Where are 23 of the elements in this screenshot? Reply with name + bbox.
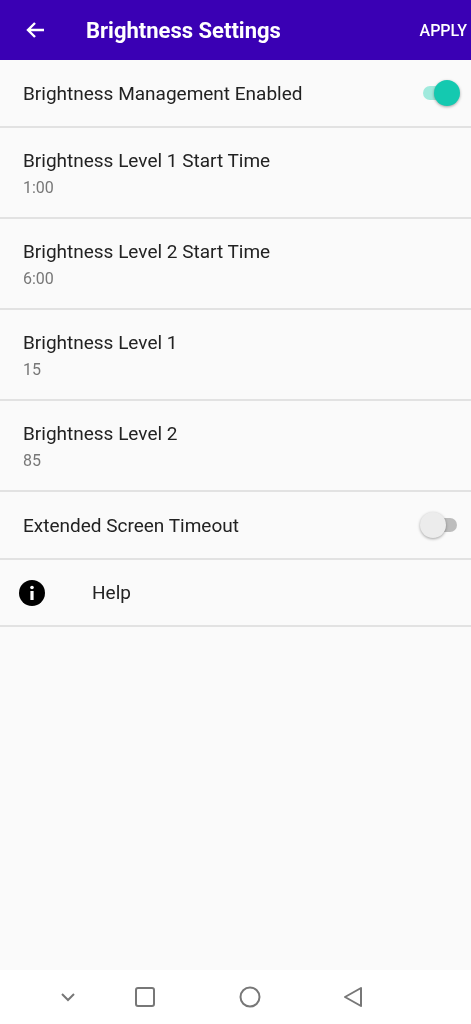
setting-value: 85 bbox=[23, 450, 42, 470]
screen-title: Brightness Settings bbox=[86, 17, 282, 43]
back-triangle-icon[interactable] bbox=[343, 986, 363, 1008]
setting-label: Brightness Level 1 Start Time bbox=[23, 148, 272, 172]
setting-label: Help bbox=[92, 581, 132, 604]
setting-row[interactable]: Brightness Level 1 Start Time 1:00 bbox=[0, 128, 471, 219]
square-icon[interactable] bbox=[135, 987, 155, 1007]
setting-label: Brightness Level 2 Start Time bbox=[23, 239, 272, 263]
setting-row[interactable]: Brightness Level 2 85 bbox=[0, 401, 471, 492]
setting-label: Brightness Management Enabled bbox=[23, 81, 304, 105]
setting-value: 1:00 bbox=[23, 177, 55, 197]
setting-row[interactable]: Brightness Level 2 Start Time 6:00 bbox=[0, 219, 471, 310]
apply-button[interactable]: APPLY bbox=[419, 14, 467, 46]
setting-row[interactable]: Help bbox=[0, 560, 471, 627]
home-circle-icon[interactable] bbox=[239, 986, 261, 1008]
setting-row[interactable]: Brightness Level 1 15 bbox=[0, 310, 471, 401]
setting-value: 15 bbox=[23, 359, 42, 379]
setting-label: Brightness Level 2 bbox=[23, 421, 179, 445]
info-icon bbox=[19, 579, 45, 606]
setting-label: Brightness Level 1 bbox=[23, 330, 179, 354]
setting-value: 6:00 bbox=[23, 268, 55, 288]
setting-label: Extended Screen Timeout bbox=[23, 513, 240, 537]
chevron-down-icon[interactable] bbox=[59, 991, 77, 1003]
